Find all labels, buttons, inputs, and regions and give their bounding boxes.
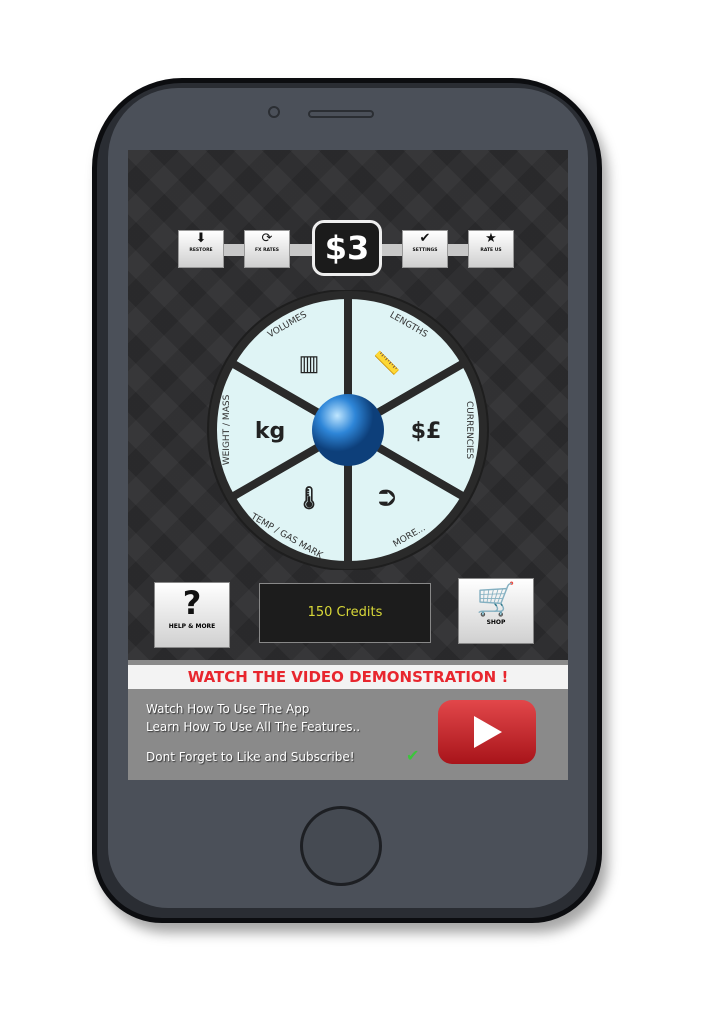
- banner-line: Learn How To Use All The Features..: [146, 720, 361, 734]
- checkmark-icon: ✔: [406, 746, 420, 765]
- youtube-play-button[interactable]: [438, 700, 536, 764]
- restore-label: RESTORE: [189, 248, 213, 253]
- front-camera: [268, 106, 280, 118]
- question-icon: ?: [182, 584, 202, 622]
- settings-button[interactable]: ✔ SETTINGS: [402, 230, 448, 268]
- home-button[interactable]: [300, 806, 382, 886]
- arrow-circle-icon: ⮊: [379, 487, 396, 512]
- refresh-icon: ⟳: [261, 231, 273, 246]
- app-screen: ⬇ RESTORE ⟳ FX RATES $3 ✔ SETTINGS ★ RATE US…: [128, 150, 568, 780]
- toolbar: ⬇ RESTORE ⟳ FX RATES $3 ✔ SETTINGS ★ RATE US: [178, 220, 518, 280]
- check-circle-icon: ✔: [419, 231, 431, 246]
- thermometer-icon: 🌡: [295, 486, 323, 512]
- ruler-icon: 📏: [373, 350, 400, 376]
- star-icon: ★: [485, 231, 497, 246]
- restore-icon: ⬇: [195, 231, 207, 246]
- center-hub-button[interactable]: [312, 394, 384, 466]
- help-more-button[interactable]: ? HELP & MORE: [154, 582, 230, 648]
- fx-rates-button[interactable]: ⟳ FX RATES: [244, 230, 290, 268]
- segment-label: CURRENCIES: [464, 401, 474, 459]
- settings-label: SETTINGS: [412, 248, 438, 253]
- banner-title: WATCH THE VIDEO DEMONSTRATION !: [128, 665, 568, 689]
- shop-label: SHOP: [486, 619, 506, 626]
- fx-rates-label: FX RATES: [254, 248, 280, 253]
- kg-weight-icon: kg: [255, 419, 285, 444]
- beaker-icon: ▥: [299, 351, 320, 376]
- shop-button[interactable]: 🛒 SHOP: [458, 578, 534, 644]
- rate-us-button[interactable]: ★ RATE US: [468, 230, 514, 268]
- banner-line: Watch How To Use The App: [146, 702, 310, 716]
- video-banner[interactable]: WATCH THE VIDEO DEMONSTRATION ! Watch Ho…: [128, 660, 568, 780]
- cart-icon: 🛒: [476, 580, 516, 618]
- restore-button[interactable]: ⬇ RESTORE: [178, 230, 224, 268]
- banner-line: Dont Forget to Like and Subscribe!: [146, 750, 355, 764]
- earpiece-speaker: [308, 110, 374, 118]
- rate-us-label: RATE US: [480, 248, 502, 253]
- help-label: HELP & MORE: [168, 623, 216, 630]
- app-logo: $3: [312, 220, 382, 276]
- currency-icon: $£: [411, 419, 442, 444]
- segment-label: WEIGHT / MASS: [222, 394, 232, 465]
- converter-wheel: 📏LENGTHS$£ CURRENCIES⮊MORE...🌡TEMP / GAS …: [207, 290, 489, 570]
- credits-display: 150 Credits: [259, 583, 431, 643]
